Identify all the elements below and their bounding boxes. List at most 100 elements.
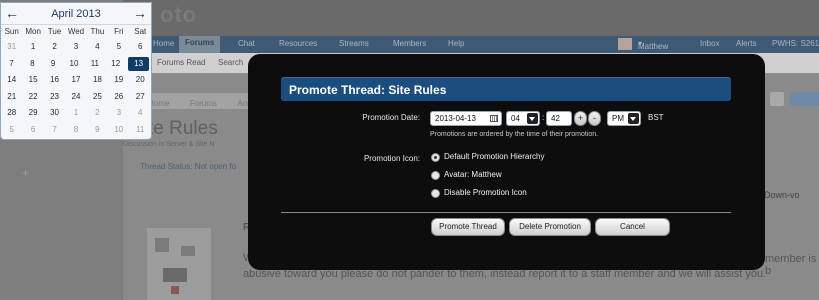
calendar-day[interactable]: 30 (44, 105, 65, 122)
calendar-day[interactable]: 9 (43, 56, 64, 73)
thread-status: Thread Status: Not open fo (140, 162, 237, 171)
calendar-day[interactable]: 27 (130, 89, 151, 106)
calendar-day[interactable]: 25 (87, 89, 108, 106)
calendar-day[interactable]: 3 (65, 39, 86, 56)
nav-pwhs[interactable]: PWHS: S261 (772, 39, 819, 48)
minute-increment-button[interactable]: + (574, 111, 587, 126)
calendar-day[interactable]: 7 (44, 122, 65, 139)
calendar-day[interactable]: 4 (87, 39, 108, 56)
timezone-label: BST (648, 113, 664, 122)
calendar-day[interactable]: 6 (130, 39, 151, 56)
minute-input[interactable]: 42 (546, 111, 572, 126)
hour-select[interactable]: 04 (506, 111, 540, 126)
option-label: Disable Promotion Icon (444, 188, 527, 197)
calendar-day[interactable]: 4 (130, 105, 151, 122)
dialog-title-bar: Promote Thread: Site Rules (281, 77, 731, 101)
weekday-label: Tue (47, 27, 62, 36)
nav-user[interactable]: Matthew ▾ (638, 39, 668, 51)
promote-thread-button[interactable]: Promote Thread (431, 218, 505, 236)
ampm-select[interactable]: PM (607, 111, 641, 126)
promotion-date-hint: Promotions are ordered by the time of th… (430, 131, 599, 138)
nav-inbox[interactable]: Inbox (700, 39, 720, 48)
discussion-info: Discussion in Server & Site N (123, 141, 215, 148)
calendar-day[interactable]: 1 (65, 105, 86, 122)
radio-button[interactable] (431, 189, 440, 198)
calendar-day[interactable]: 3 (108, 105, 129, 122)
nav-home[interactable]: Home (153, 39, 174, 48)
post-avatar (147, 228, 211, 300)
nav-resources[interactable]: Resources (279, 39, 317, 48)
calendar-day[interactable]: 8 (65, 122, 86, 139)
calendar-day[interactable]: 15 (22, 72, 43, 89)
thread-title: te Rules (148, 118, 218, 139)
calendar-day[interactable]: 7 (1, 56, 22, 73)
crumb-forums[interactable]: Forums (190, 99, 217, 108)
dialog-title: Promote Thread: Site Rules (289, 83, 447, 97)
calendar-day[interactable]: 17 (65, 72, 86, 89)
calendar-week-row: 5 6 7 8 9 10 11 (1, 122, 151, 139)
calendar-grid: 31 1 2 3 4 5 6 7 8 9 10 11 12 13 14 15 16 17 18 19 20 21 22 23 2… (1, 39, 151, 138)
calendar-day[interactable]: 10 (108, 122, 129, 139)
down-vote-link[interactable]: Down-vo (764, 190, 800, 200)
calendar-day[interactable]: 8 (22, 56, 43, 73)
calendar-day[interactable]: 19 (108, 72, 129, 89)
nav-streams[interactable]: Streams (339, 39, 369, 48)
minute-decrement-button[interactable]: - (588, 111, 601, 126)
calendar-day[interactable]: 29 (22, 105, 43, 122)
weekday-label: Mon (25, 27, 41, 36)
calendar-day[interactable]: 23 (44, 89, 65, 106)
calendar-day[interactable]: 2 (44, 39, 65, 56)
calendar-day[interactable]: 20 (130, 72, 151, 89)
weekday-label: Wed (67, 27, 85, 36)
subnav-forums-read[interactable]: Forums Read (157, 58, 205, 67)
promotion-date-input[interactable]: 2013-04-13 (430, 111, 502, 126)
weekday-label: Sat (134, 27, 147, 36)
calendar-day[interactable]: 28 (1, 105, 22, 122)
calendar-day[interactable]: 31 (1, 39, 22, 56)
promote-thread-dialog: Promote Thread: Site Rules Promotion Dat… (248, 54, 765, 270)
calendar-header: ← April 2013 → (1, 3, 151, 25)
nav-members[interactable]: Members (393, 39, 426, 48)
calendar-day[interactable]: 5 (108, 39, 129, 56)
edit-icon[interactable] (770, 92, 784, 106)
cancel-button[interactable]: Cancel (595, 218, 670, 236)
date-value: 2013-04-13 (435, 114, 476, 123)
calendar-day[interactable]: 11 (84, 56, 105, 73)
hour-value: 04 (511, 114, 520, 123)
main-nav: Home Forums Chat Resources Streams Membe… (123, 36, 819, 53)
calendar-day[interactable]: 1 (22, 39, 43, 56)
calendar-day[interactable]: 6 (22, 122, 43, 139)
calendar-icon[interactable] (490, 115, 498, 122)
option-label: Default Promotion Hierarchy (444, 152, 545, 161)
calendar-day[interactable]: 12 (105, 56, 126, 73)
nav-help[interactable]: Help (448, 39, 464, 48)
nav-forums[interactable]: Forums (179, 36, 221, 53)
radio-button[interactable] (431, 171, 440, 180)
nav-chat[interactable]: Chat (238, 39, 255, 48)
calendar-day[interactable]: 21 (1, 89, 22, 106)
calendar-day[interactable]: 9 (87, 122, 108, 139)
post-text-member: member is b (765, 253, 817, 277)
date-picker-calendar: ← April 2013 → Sun Mon Tue Wed Thu Fri S… (0, 2, 152, 140)
subnav-search[interactable]: Search (218, 58, 243, 67)
side-button[interactable] (790, 92, 819, 106)
plus-icon: + (22, 166, 30, 180)
delete-promotion-button[interactable]: Delete Promotion (509, 218, 591, 236)
nav-alerts[interactable]: Alerts (736, 39, 756, 48)
radio-button[interactable] (431, 153, 440, 162)
calendar-day[interactable]: 14 (1, 72, 22, 89)
calendar-day[interactable]: 24 (65, 89, 86, 106)
calendar-day[interactable]: 16 (44, 72, 65, 89)
calendar-day[interactable]: 11 (130, 122, 151, 139)
calendar-day[interactable]: 26 (108, 89, 129, 106)
chevron-down-icon[interactable] (527, 113, 538, 124)
calendar-day[interactable]: 10 (64, 56, 85, 73)
calendar-day[interactable]: 18 (87, 72, 108, 89)
calendar-day[interactable]: 2 (87, 105, 108, 122)
weekday-label: Thu (90, 27, 105, 36)
chevron-down-icon[interactable] (628, 113, 639, 124)
calendar-day[interactable]: 22 (22, 89, 43, 106)
next-month-button[interactable]: → (133, 5, 147, 21)
calendar-day[interactable]: 13 (128, 56, 150, 71)
calendar-day[interactable]: 5 (1, 122, 22, 139)
